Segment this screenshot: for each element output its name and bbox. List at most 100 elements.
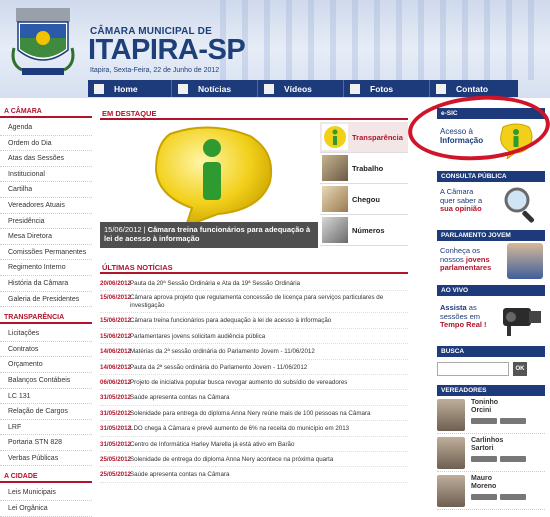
sidebar-item-institucional[interactable]: Institucional (0, 167, 92, 183)
sidebar-item-historia[interactable]: História da Câmara (0, 276, 92, 292)
sidebar-item-cartilha[interactable]: Cartilha (0, 182, 92, 198)
news-item[interactable]: 15/06/2012 Câmara aprova projeto que regu… (100, 291, 408, 314)
tab-trabalho[interactable]: Trabalho (320, 153, 408, 184)
sidebar-item-balancos[interactable]: Balanços Contábeis (0, 373, 92, 389)
news-item[interactable]: 15/06/2012 Câmara treina funcionários par… (100, 313, 408, 329)
numeros-thumbnail (322, 217, 348, 243)
nav-home[interactable]: Home (88, 80, 172, 97)
main-nav: Home Notícias Vídeos Fotos Contato (88, 80, 518, 97)
sidebar-item-galeria[interactable]: Galeria de Presidentes (0, 292, 92, 308)
parlamento-jovem-heading: PARLAMENTO JOVEM (437, 230, 545, 241)
video-camera-icon (503, 308, 541, 336)
tab-numeros[interactable]: Números (320, 215, 408, 246)
nav-noticias[interactable]: Notícias (172, 80, 258, 97)
sidebar-item-ordem-do-dia[interactable]: Ordem do Dia (0, 136, 92, 152)
profile-button[interactable] (471, 456, 497, 462)
featured-section: 15/06/2012 | Câmara treina funcionários … (100, 122, 408, 248)
nav-fotos[interactable]: Fotos (344, 80, 430, 97)
right-column: e-SIC Acesso à Informação CONSULTA PÚBLI… (437, 108, 545, 510)
avatar (437, 437, 465, 469)
vereadores-heading: VEREADORES (437, 385, 545, 396)
news-heading: ÚLTIMAS NOTÍCIAS (100, 262, 408, 274)
sidebar-transparencia-heading: TRANSPARÊNCIA (0, 313, 92, 325)
sidebar-item-mesa-diretora[interactable]: Mesa Diretora (0, 229, 92, 245)
chegou-thumbnail (322, 186, 348, 212)
destaque-heading: EM DESTAQUE (100, 108, 408, 120)
news-item[interactable]: 31/05/2012 Solenidade para entrega do dip… (100, 406, 408, 422)
news-icon (178, 83, 188, 94)
trabalho-thumbnail (322, 155, 348, 181)
nav-contato[interactable]: Contato (430, 80, 518, 97)
news-item[interactable]: 06/06/2012 Projeto de iniciativa popular … (100, 375, 408, 391)
featured-slide[interactable]: 15/06/2012 | Câmara treina funcionários … (100, 122, 318, 248)
email-button[interactable] (500, 494, 526, 500)
featured-date: 15/06/2012 (104, 225, 142, 234)
sidebar-item-atas[interactable]: Atas das Sessões (0, 151, 92, 167)
email-button[interactable] (500, 418, 526, 424)
news-item[interactable]: 25/05/2012 Solenidade de entrega do diplo… (100, 452, 408, 468)
nav-videos[interactable]: Vídeos (258, 80, 344, 97)
ao-vivo-heading: AO VIVO (437, 285, 545, 296)
sidebar-item-regimento[interactable]: Regimento Interno (0, 260, 92, 276)
sidebar-item-verbas[interactable]: Verbas Públicas (0, 451, 92, 467)
sidebar-item-contratos[interactable]: Contratos (0, 342, 92, 358)
email-button[interactable] (500, 456, 526, 462)
sidebar-camara-heading: A CÂMARA (0, 107, 92, 118)
info-speech-bubble-icon (154, 126, 272, 228)
busca-heading: BUSCA (437, 346, 545, 357)
consulta-banner[interactable]: A Câmara quer saber a sua opinião (437, 182, 545, 226)
avatar (437, 399, 465, 431)
sidebar-item-agenda[interactable]: Agenda (0, 120, 92, 136)
news-item[interactable]: 31/05/2012 LDO chega à Câmara e prevê aum… (100, 421, 408, 437)
destaque-header-wrap: EM DESTAQUE (100, 108, 408, 120)
sidebar-item-lei-organica[interactable]: Lei Orgânica (0, 501, 92, 517)
tab-transparencia[interactable]: Transparência (320, 122, 408, 153)
search-input[interactable] (437, 362, 509, 376)
vereador-card[interactable]: Toninho Orcini (437, 396, 545, 434)
vereador-card[interactable]: Carlinhos Sartori (437, 434, 545, 472)
featured-tabs: Transparência Trabalho Chegou Números (320, 122, 408, 246)
young-people-photo (507, 243, 543, 279)
sidebar-item-presidencia[interactable]: Presidência (0, 214, 92, 230)
profile-button[interactable] (471, 494, 497, 500)
ao-vivo-banner[interactable]: Assista as sessões em Tempo Real ! (437, 296, 545, 340)
sidebar-cidade-heading: A CIDADE (0, 472, 92, 484)
sidebar-item-portaria[interactable]: Portaria STN 828 (0, 435, 92, 451)
consulta-heading: CONSULTA PÚBLICA (437, 171, 545, 182)
sidebar-item-vereadores[interactable]: Vereadores Atuais (0, 198, 92, 214)
sidebar-item-orcamento[interactable]: Orçamento (0, 357, 92, 373)
info-icon (322, 124, 348, 150)
vereador-card[interactable]: Mauro Moreno (437, 472, 545, 510)
profile-button[interactable] (471, 418, 497, 424)
news-item[interactable]: 14/06/2012 Pauta da 2ª sessão ordinária d… (100, 360, 408, 375)
news-item[interactable]: 14/06/2012 Matérias da 2ª sessão ordinári… (100, 344, 408, 360)
sidebar-item-lrf[interactable]: LRF (0, 420, 92, 436)
magnifier-icon (504, 187, 535, 223)
home-icon (94, 83, 104, 94)
contact-icon (436, 83, 446, 94)
sidebar-item-comissoes[interactable]: Comissões Permanentes (0, 245, 92, 261)
sidebar-item-licitacoes[interactable]: Licitações (0, 326, 92, 342)
site-header: CÂMARA MUNICIPAL DE ITAPIRA-SP Itapira, … (0, 0, 550, 98)
news-item[interactable]: 31/05/2012 Centro de Informática Harley M… (100, 437, 408, 452)
video-icon (264, 83, 274, 94)
tab-chegou[interactable]: Chegou (320, 184, 408, 215)
city-crest-logo (11, 8, 75, 75)
search-ok-button[interactable]: OK (513, 362, 527, 376)
news-item[interactable]: 25/05/2012 Saúde apresenta contas na Câma… (100, 467, 408, 483)
current-date: Itapira, Sexta-Feira, 22 de Junho de 201… (90, 67, 220, 74)
news-header-wrap: ÚLTIMAS NOTÍCIAS (100, 262, 408, 274)
search-box: OK (437, 361, 545, 377)
sidebar-item-leis[interactable]: Leis Municipais (0, 485, 92, 502)
photo-icon (350, 83, 360, 94)
site-title: ITAPIRA-SP (88, 34, 246, 66)
sidebar-item-lc131[interactable]: LC 131 (0, 389, 92, 405)
news-item[interactable]: 20/06/2012 Pauta da 20ª Sessão Ordinária … (100, 276, 408, 292)
news-item[interactable]: 31/05/2012 Saúde apresenta contas na Câma… (100, 390, 408, 406)
news-list: 20/06/2012 Pauta da 20ª Sessão Ordinária … (100, 276, 408, 483)
avatar (437, 475, 465, 507)
sidebar-item-cargos[interactable]: Relação de Cargos (0, 404, 92, 420)
header-decoration (220, 0, 550, 80)
parlamento-jovem-banner[interactable]: Conheça os nossos jovens parlamentares (437, 241, 545, 281)
news-item[interactable]: 15/06/2012 Parlamentares jovens solicitam… (100, 329, 408, 345)
